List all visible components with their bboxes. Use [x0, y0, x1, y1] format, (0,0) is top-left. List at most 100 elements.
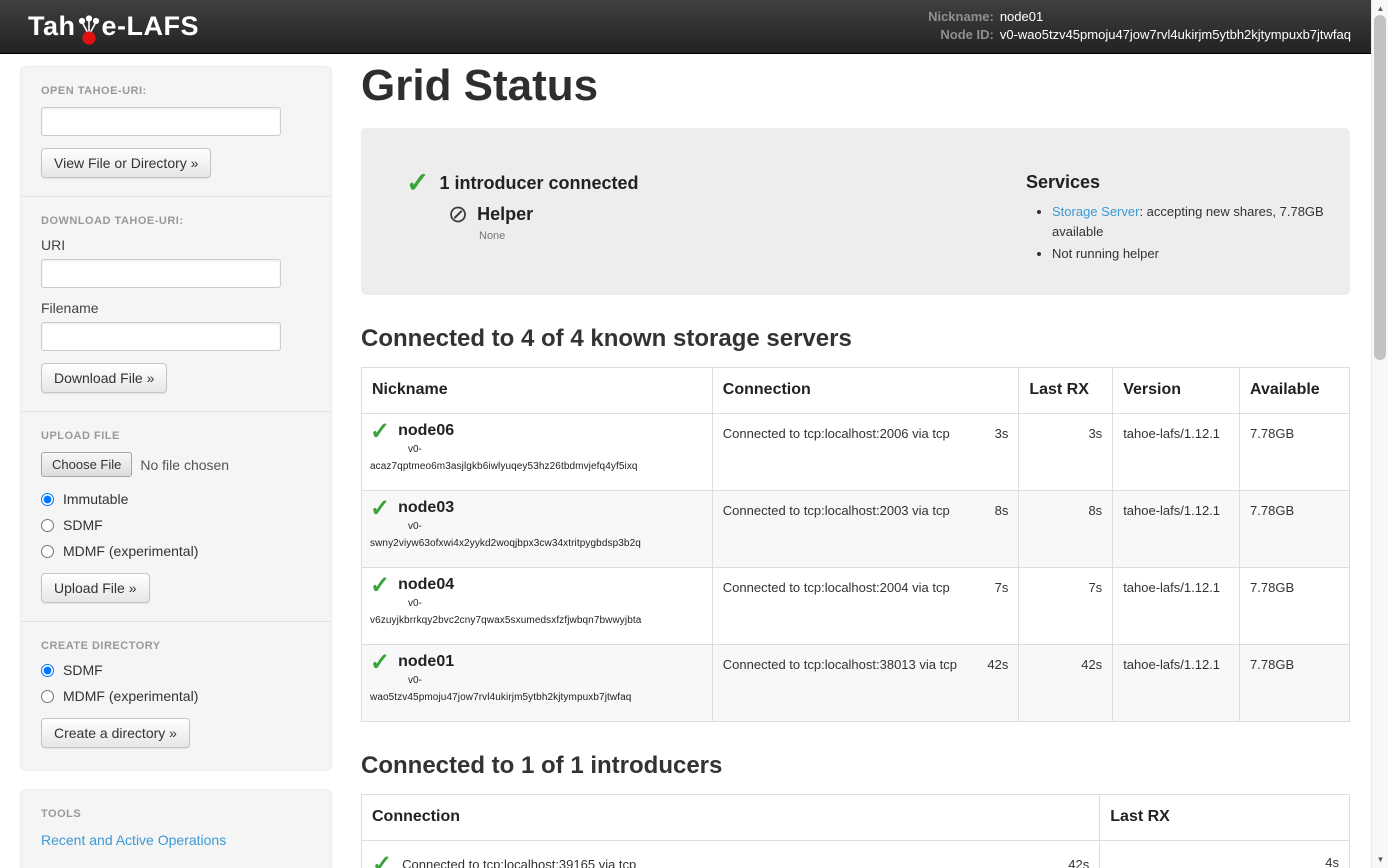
choose-file-button[interactable]: Choose File [41, 452, 132, 477]
radio-option-sdmf[interactable]: SDMF [41, 517, 311, 533]
nickname-value: node01 [1000, 10, 1043, 25]
server-id-prefix: v0- [408, 598, 704, 609]
radio-input-mdmf-experimental[interactable] [41, 690, 54, 703]
server-id: wao5tzv45pmoju47jow7rvl4ukirjm5ytbh2kjty… [370, 692, 704, 703]
column-header: Last RX [1100, 794, 1350, 840]
recent-operations-link[interactable]: Recent and Active Operations [41, 832, 311, 848]
server-id: swny2viyw63ofxwi4x2yykd2woqjbpx3cw34xtri… [370, 538, 704, 549]
storage-server-link[interactable]: Storage Server [1052, 204, 1139, 219]
open-uri-input[interactable] [41, 107, 281, 136]
nickname-cell: ✓node03v0-swny2viyw63ofxwi4x2yykd2woqjbp… [362, 490, 713, 567]
server-row: ✓node04v0-v6zuyjkbrrkqy2bvc2cny7qwax5sxu… [362, 567, 1350, 644]
radio-option-sdmf[interactable]: SDMF [41, 662, 311, 678]
services-title: Services [1026, 172, 1330, 193]
view-file-button[interactable]: View File or Directory » [41, 148, 211, 178]
radio-input-mdmf-experimental[interactable] [41, 545, 54, 558]
introducers-tbody: ✓Connected to tcp:localhost:39165 via tc… [362, 840, 1350, 868]
version-cell: tahoe-lafs/1.12.1 [1113, 490, 1240, 567]
tahoe-berry-icon [77, 14, 101, 47]
radio-option-mdmf-experimental[interactable]: MDMF (experimental) [41, 543, 311, 559]
connection-age: 8s [995, 503, 1009, 518]
radio-input-immutable[interactable] [41, 493, 54, 506]
last-rx-cell: 7s [1019, 567, 1113, 644]
version-cell: tahoe-lafs/1.12.1 [1113, 413, 1240, 490]
helper-value: None [479, 230, 1010, 242]
available-cell: 7.78GB [1240, 567, 1350, 644]
service-item: Not running helper [1052, 244, 1330, 264]
logo-text-pre: Tah [28, 11, 76, 42]
nickname-line: ✓node01 [370, 653, 704, 672]
connected-check-icon: ✓ [370, 499, 390, 518]
nickname-cell: ✓node06 v0- acaz7qptmeo6m3asjlgkb6iwlyuqey… [362, 413, 713, 490]
nickname-line: ✓node06 [370, 422, 704, 441]
open-uri-label: OPEN TAHOE-URI: [41, 85, 311, 97]
connection-cell: Connected to tcp:localhost:38013 via tcp… [712, 644, 1019, 721]
server-row: ✓node01 v0- wao5tzv45pmoju47jow7rvl4ukirjm… [362, 644, 1350, 721]
divider [21, 411, 331, 412]
radio-input-sdmf[interactable] [41, 664, 54, 677]
connection-text: Connected to tcp:localhost:2003 via tcp [723, 503, 950, 518]
scroll-thumb[interactable] [1374, 15, 1386, 360]
available-cell: 7.78GB [1240, 644, 1350, 721]
column-header: Available [1240, 367, 1350, 413]
radio-label: Immutable [63, 491, 128, 507]
storage-servers-table: NicknameConnectionLast RXVersionAvailabl… [361, 367, 1350, 722]
divider [21, 196, 331, 197]
last-rx-cell: 42s [1019, 644, 1113, 721]
download-uri-label: DOWNLOAD TAHOE-URI: [41, 215, 311, 227]
server-id-prefix: v0- [408, 444, 704, 455]
app-logo[interactable]: Tah e-LAFS [28, 11, 199, 42]
introducer-connection-line: ✓Connected to tcp:localhost:39165 via tc… [372, 855, 1089, 868]
radio-option-mdmf-experimental[interactable]: MDMF (experimental) [41, 688, 311, 704]
helper-none-icon: ⊘ [448, 205, 468, 224]
radio-label: MDMF (experimental) [63, 688, 198, 704]
introducer-check-icon: ✓ [406, 172, 429, 194]
server-row: ✓node06 v0- acaz7qptmeo6m3asjlgkb6iwlyuqey… [362, 413, 1350, 490]
logo-text-post: e-LAFS [102, 11, 200, 42]
last-rx-cell: 8s [1019, 490, 1113, 567]
available-cell: 7.78GB [1240, 490, 1350, 567]
services-list: Storage Server: accepting new shares, 7.… [1052, 202, 1330, 264]
connection-line: Connected to tcp:localhost:38013 via tcp… [723, 657, 1009, 672]
version-cell: tahoe-lafs/1.12.1 [1113, 644, 1240, 721]
connection-text: Connected to tcp:localhost:2004 via tcp [723, 580, 950, 595]
create-directory-button[interactable]: Create a directory » [41, 718, 190, 748]
server-nickname: node06 [398, 422, 454, 440]
nickname-label: Nickname: [928, 10, 994, 25]
radio-option-immutable[interactable]: Immutable [41, 491, 311, 507]
nickname-cell: ✓node04v0-v6zuyjkbrrkqy2bvc2cny7qwax5sxu… [362, 567, 713, 644]
connection-text: Connected to tcp:localhost:39165 via tcp [402, 857, 636, 868]
introducers-table: ConnectionLast RX ✓Connected to tcp:loca… [361, 794, 1350, 868]
node-id-value: v0-wao5tzv45pmoju47jow7rvl4ukirjm5ytbh2k… [1000, 28, 1351, 43]
connection-cell: Connected to tcp:localhost:2004 via tcp7… [712, 567, 1019, 644]
connection-age: 42s [987, 657, 1008, 672]
introducer-connection-cell: ✓Connected to tcp:localhost:39165 via tc… [362, 840, 1100, 868]
node-id-label: Node ID: [940, 28, 993, 43]
column-header: Nickname [362, 367, 713, 413]
helper-title: Helper [477, 204, 533, 225]
connection-text: Connected to tcp:localhost:2006 via tcp [723, 426, 950, 441]
node-info: Nickname: node01 Node ID: v0-wao5tzv45pm… [928, 10, 1351, 43]
server-id: v6zuyjkbrrkqy2bvc2cny7qwax5sxumedsxfzfjw… [370, 615, 704, 626]
server-id-prefix: v0- [408, 521, 704, 532]
create-dir-radio-group: SDMF MDMF (experimental) [41, 662, 311, 704]
radio-input-sdmf[interactable] [41, 519, 54, 532]
server-id-prefix: v0- [408, 675, 704, 686]
scroll-down-arrow[interactable]: ▼ [1372, 855, 1388, 864]
status-well: ✓ 1 introducer connected ⊘ Helper None S… [361, 128, 1350, 295]
download-file-button[interactable]: Download File » [41, 363, 167, 393]
server-nickname: node01 [398, 653, 454, 671]
radio-label: SDMF [63, 517, 103, 533]
sidebar-forms-box: OPEN TAHOE-URI: View File or Directory »… [20, 66, 332, 771]
download-uri-input[interactable] [41, 259, 281, 288]
download-filename-input[interactable] [41, 322, 281, 351]
page-title: Grid Status [361, 62, 1350, 110]
connection-line: Connected to tcp:localhost:2004 via tcp7… [723, 580, 1009, 595]
radio-label: MDMF (experimental) [63, 543, 198, 559]
storage-servers-heading: Connected to 4 of 4 known storage server… [361, 325, 1350, 353]
upload-file-label: UPLOAD FILE [41, 430, 311, 442]
scroll-up-arrow[interactable]: ▲ [1372, 4, 1388, 13]
page-scrollbar[interactable]: ▲ ▼ [1371, 0, 1388, 868]
server-id: acaz7qptmeo6m3asjlgkb6iwlyuqey53hz26tbdm… [370, 461, 704, 472]
upload-file-button[interactable]: Upload File » [41, 573, 150, 603]
